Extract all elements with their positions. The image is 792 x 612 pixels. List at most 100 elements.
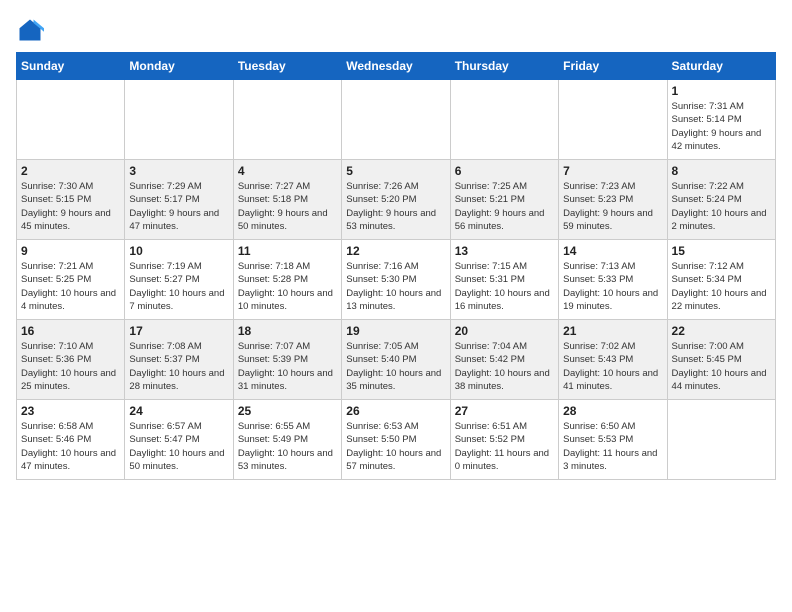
day-number: 6	[455, 164, 554, 178]
day-header-monday: Monday	[125, 53, 233, 80]
day-info: Sunrise: 6:51 AM Sunset: 5:52 PM Dayligh…	[455, 420, 554, 473]
calendar-cell: 13 Sunrise: 7:15 AM Sunset: 5:31 PM Dayli…	[450, 240, 558, 320]
day-header-saturday: Saturday	[667, 53, 775, 80]
calendar-cell	[559, 80, 667, 160]
calendar-cell: 6 Sunrise: 7:25 AM Sunset: 5:21 PM Daylig…	[450, 160, 558, 240]
calendar-cell	[17, 80, 125, 160]
day-info: Sunrise: 7:00 AM Sunset: 5:45 PM Dayligh…	[672, 340, 771, 393]
day-number: 17	[129, 324, 228, 338]
day-number: 24	[129, 404, 228, 418]
calendar-cell: 22 Sunrise: 7:00 AM Sunset: 5:45 PM Dayli…	[667, 320, 775, 400]
day-number: 28	[563, 404, 662, 418]
day-info: Sunrise: 7:30 AM Sunset: 5:15 PM Dayligh…	[21, 180, 120, 233]
calendar-cell: 16Sunrise: 7:10 AM Sunset: 5:36 PM Dayli…	[17, 320, 125, 400]
day-number: 21	[563, 324, 662, 338]
calendar-cell: 9 Sunrise: 7:21 AM Sunset: 5:25 PM Daylig…	[17, 240, 125, 320]
day-number: 18	[238, 324, 337, 338]
calendar-cell: 14 Sunrise: 7:13 AM Sunset: 5:33 PM Dayli…	[559, 240, 667, 320]
day-info: Sunrise: 7:22 AM Sunset: 5:24 PM Dayligh…	[672, 180, 771, 233]
day-info: Sunrise: 7:13 AM Sunset: 5:33 PM Dayligh…	[563, 260, 662, 313]
calendar-cell: 17 Sunrise: 7:08 AM Sunset: 5:37 PM Dayli…	[125, 320, 233, 400]
calendar-cell	[233, 80, 341, 160]
calendar-header: SundayMondayTuesdayWednesdayThursdayFrid…	[17, 53, 776, 80]
day-info: Sunrise: 7:02 AM Sunset: 5:43 PM Dayligh…	[563, 340, 662, 393]
calendar-cell	[342, 80, 450, 160]
calendar-body: 1 Sunrise: 7:31 AM Sunset: 5:14 PM Daylig…	[17, 80, 776, 480]
week-row-4: 16Sunrise: 7:10 AM Sunset: 5:36 PM Dayli…	[17, 320, 776, 400]
calendar-cell	[450, 80, 558, 160]
day-number: 22	[672, 324, 771, 338]
day-number: 16	[21, 324, 120, 338]
calendar-cell: 11Sunrise: 7:18 AM Sunset: 5:28 PM Dayli…	[233, 240, 341, 320]
day-info: Sunrise: 7:08 AM Sunset: 5:37 PM Dayligh…	[129, 340, 228, 393]
day-info: Sunrise: 7:25 AM Sunset: 5:21 PM Dayligh…	[455, 180, 554, 233]
day-info: Sunrise: 7:05 AM Sunset: 5:40 PM Dayligh…	[346, 340, 445, 393]
calendar-cell: 26Sunrise: 6:53 AM Sunset: 5:50 PM Dayli…	[342, 400, 450, 480]
calendar-cell: 1 Sunrise: 7:31 AM Sunset: 5:14 PM Daylig…	[667, 80, 775, 160]
day-number: 9	[21, 244, 120, 258]
day-number: 12	[346, 244, 445, 258]
day-info: Sunrise: 7:04 AM Sunset: 5:42 PM Dayligh…	[455, 340, 554, 393]
week-row-5: 23Sunrise: 6:58 AM Sunset: 5:46 PM Dayli…	[17, 400, 776, 480]
day-info: Sunrise: 6:50 AM Sunset: 5:53 PM Dayligh…	[563, 420, 662, 473]
day-number: 13	[455, 244, 554, 258]
day-info: Sunrise: 6:55 AM Sunset: 5:49 PM Dayligh…	[238, 420, 337, 473]
day-info: Sunrise: 7:23 AM Sunset: 5:23 PM Dayligh…	[563, 180, 662, 233]
page-header	[16, 16, 776, 44]
day-info: Sunrise: 7:21 AM Sunset: 5:25 PM Dayligh…	[21, 260, 120, 313]
day-number: 26	[346, 404, 445, 418]
days-of-week-row: SundayMondayTuesdayWednesdayThursdayFrid…	[17, 53, 776, 80]
day-number: 4	[238, 164, 337, 178]
day-info: Sunrise: 7:31 AM Sunset: 5:14 PM Dayligh…	[672, 100, 771, 153]
calendar-cell: 19 Sunrise: 7:05 AM Sunset: 5:40 PM Dayli…	[342, 320, 450, 400]
calendar-cell: 10 Sunrise: 7:19 AM Sunset: 5:27 PM Dayli…	[125, 240, 233, 320]
day-header-thursday: Thursday	[450, 53, 558, 80]
day-info: Sunrise: 7:19 AM Sunset: 5:27 PM Dayligh…	[129, 260, 228, 313]
calendar-cell: 24 Sunrise: 6:57 AM Sunset: 5:47 PM Dayli…	[125, 400, 233, 480]
calendar-cell: 5 Sunrise: 7:26 AM Sunset: 5:20 PM Daylig…	[342, 160, 450, 240]
day-number: 25	[238, 404, 337, 418]
day-info: Sunrise: 7:29 AM Sunset: 5:17 PM Dayligh…	[129, 180, 228, 233]
week-row-2: 2 Sunrise: 7:30 AM Sunset: 5:15 PM Daylig…	[17, 160, 776, 240]
calendar-cell	[125, 80, 233, 160]
calendar-table: SundayMondayTuesdayWednesdayThursdayFrid…	[16, 52, 776, 480]
calendar-cell: 3Sunrise: 7:29 AM Sunset: 5:17 PM Daylig…	[125, 160, 233, 240]
calendar-cell: 23Sunrise: 6:58 AM Sunset: 5:46 PM Dayli…	[17, 400, 125, 480]
logo-icon	[16, 16, 44, 44]
day-header-friday: Friday	[559, 53, 667, 80]
day-number: 1	[672, 84, 771, 98]
day-header-wednesday: Wednesday	[342, 53, 450, 80]
day-header-sunday: Sunday	[17, 53, 125, 80]
calendar-cell: 21 Sunrise: 7:02 AM Sunset: 5:43 PM Dayli…	[559, 320, 667, 400]
day-number: 27	[455, 404, 554, 418]
day-header-tuesday: Tuesday	[233, 53, 341, 80]
day-number: 20	[455, 324, 554, 338]
week-row-1: 1 Sunrise: 7:31 AM Sunset: 5:14 PM Daylig…	[17, 80, 776, 160]
day-number: 5	[346, 164, 445, 178]
day-info: Sunrise: 7:18 AM Sunset: 5:28 PM Dayligh…	[238, 260, 337, 313]
day-number: 14	[563, 244, 662, 258]
day-number: 19	[346, 324, 445, 338]
week-row-3: 9 Sunrise: 7:21 AM Sunset: 5:25 PM Daylig…	[17, 240, 776, 320]
logo	[16, 16, 48, 44]
day-info: Sunrise: 7:16 AM Sunset: 5:30 PM Dayligh…	[346, 260, 445, 313]
day-info: Sunrise: 7:26 AM Sunset: 5:20 PM Dayligh…	[346, 180, 445, 233]
day-info: Sunrise: 7:27 AM Sunset: 5:18 PM Dayligh…	[238, 180, 337, 233]
calendar-cell: 25 Sunrise: 6:55 AM Sunset: 5:49 PM Dayli…	[233, 400, 341, 480]
calendar-cell: 15 Sunrise: 7:12 AM Sunset: 5:34 PM Dayli…	[667, 240, 775, 320]
calendar-cell: 4 Sunrise: 7:27 AM Sunset: 5:18 PM Daylig…	[233, 160, 341, 240]
day-number: 2	[21, 164, 120, 178]
day-info: Sunrise: 7:15 AM Sunset: 5:31 PM Dayligh…	[455, 260, 554, 313]
calendar-cell	[667, 400, 775, 480]
day-info: Sunrise: 6:57 AM Sunset: 5:47 PM Dayligh…	[129, 420, 228, 473]
calendar-cell: 18 Sunrise: 7:07 AM Sunset: 5:39 PM Dayli…	[233, 320, 341, 400]
calendar-cell: 7Sunrise: 7:23 AM Sunset: 5:23 PM Daylig…	[559, 160, 667, 240]
day-number: 15	[672, 244, 771, 258]
day-info: Sunrise: 7:07 AM Sunset: 5:39 PM Dayligh…	[238, 340, 337, 393]
calendar-cell: 8 Sunrise: 7:22 AM Sunset: 5:24 PM Daylig…	[667, 160, 775, 240]
day-number: 10	[129, 244, 228, 258]
day-info: Sunrise: 7:12 AM Sunset: 5:34 PM Dayligh…	[672, 260, 771, 313]
calendar-cell: 20 Sunrise: 7:04 AM Sunset: 5:42 PM Dayli…	[450, 320, 558, 400]
calendar-cell: 12 Sunrise: 7:16 AM Sunset: 5:30 PM Dayli…	[342, 240, 450, 320]
day-number: 8	[672, 164, 771, 178]
